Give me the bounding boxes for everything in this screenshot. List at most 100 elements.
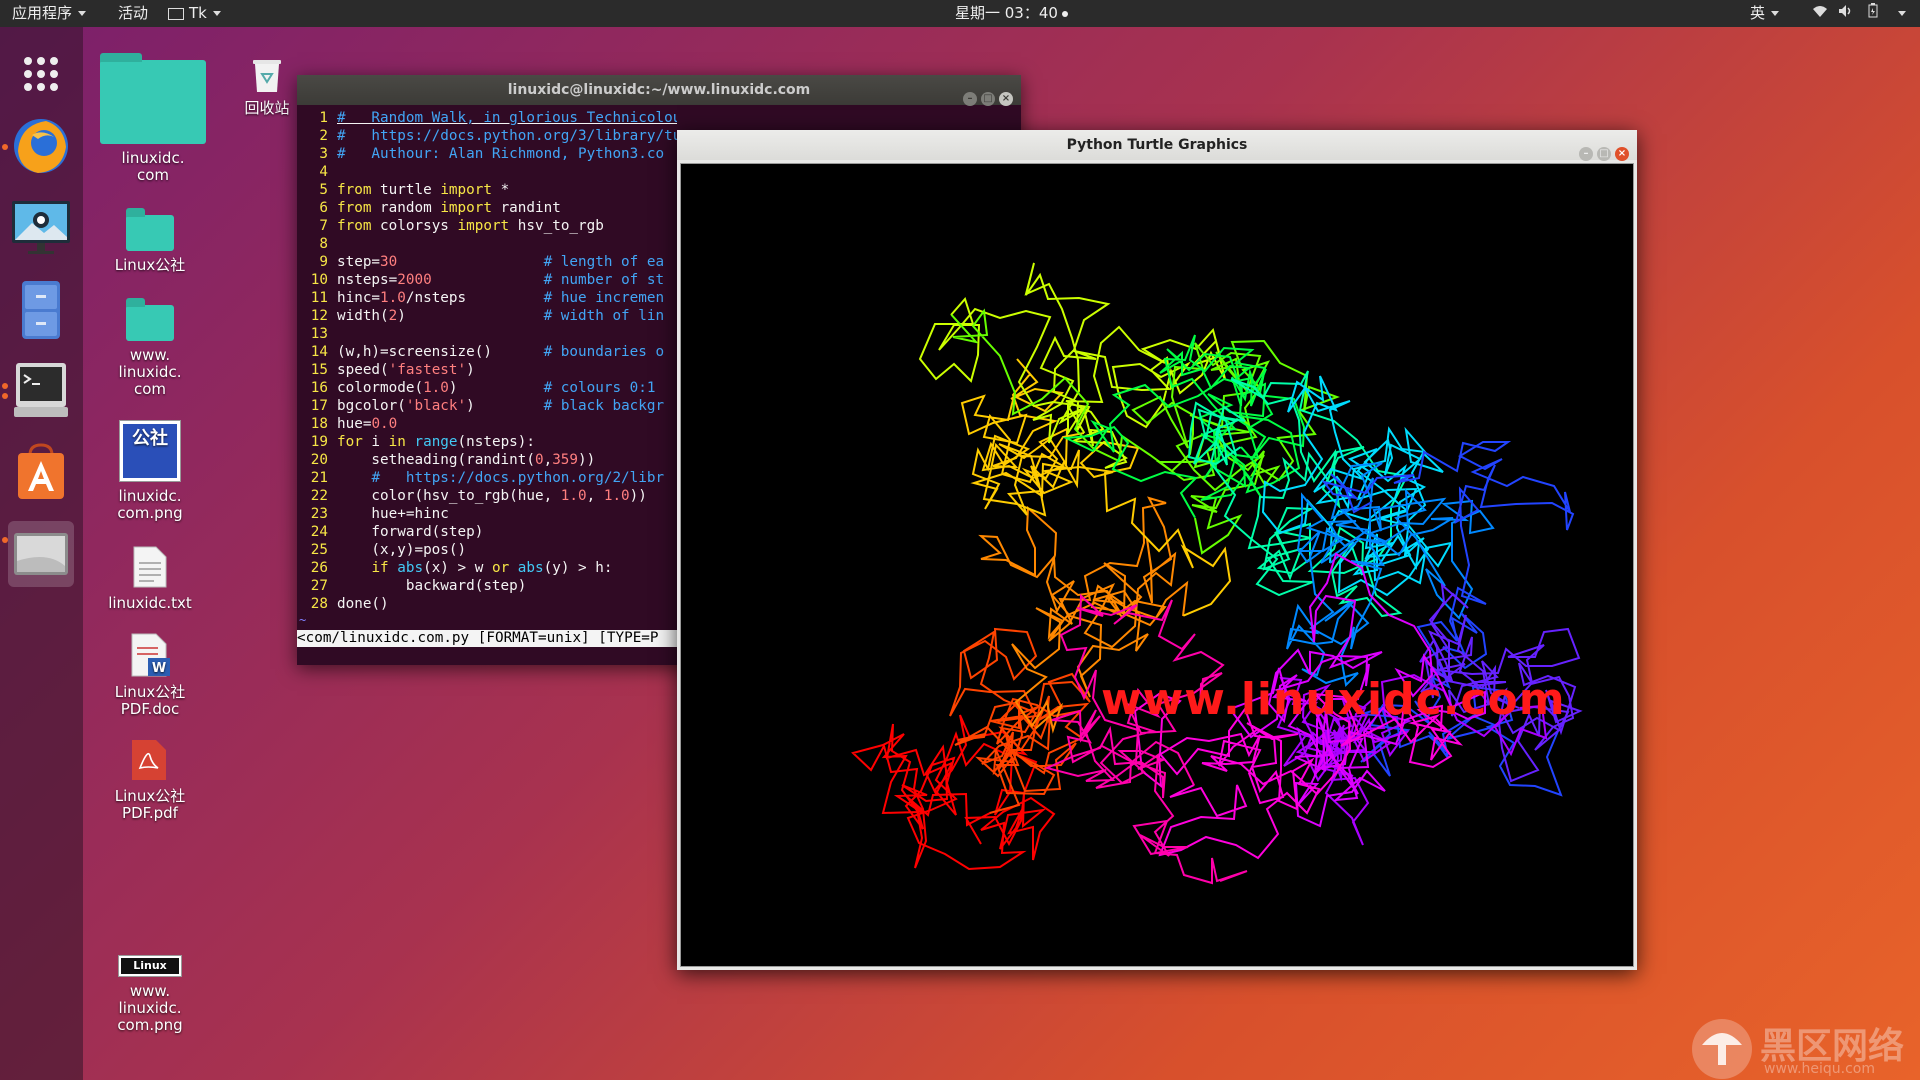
terminal-titlebar[interactable]: linuxidc@linuxidc:~/www.linuxidc.com – □ ×	[297, 75, 1021, 106]
line-number: 13	[310, 326, 328, 342]
software-center-launcher[interactable]	[8, 439, 74, 505]
line-number: 28	[310, 596, 328, 612]
line-number: 19	[310, 434, 328, 450]
line-number: 23	[310, 506, 328, 522]
walk-segment	[960, 358, 1232, 617]
folder-icon	[126, 208, 174, 251]
top-panel: 应用程序 活动 Tk 星期一 03：40 英	[0, 0, 1920, 27]
desktop-icon-linux-gongshe-pdf-pdf[interactable]: Linux公社 PDF.pdf	[95, 738, 205, 822]
turtle-window-title: Python Turtle Graphics	[1066, 137, 1248, 153]
line-number: 6	[319, 200, 328, 216]
code-line: 17 bgcolor('black') # black backgr	[297, 397, 677, 415]
thumbnail-text: 公社	[123, 424, 177, 478]
monitor-camera-icon	[12, 201, 70, 254]
applications-menu[interactable]: 应用程序	[12, 0, 87, 27]
text-file-icon	[133, 546, 167, 588]
wifi-icon[interactable]	[1812, 0, 1828, 27]
line-number: 17	[310, 398, 328, 414]
heiqu-watermark: 黑区网络 www.heiqu.com	[1690, 1015, 1920, 1080]
tk-window-launcher[interactable]	[8, 521, 74, 587]
turtle-titlebar[interactable]: Python Turtle Graphics – □ ×	[677, 130, 1637, 161]
code-line: 26 if abs(x) > w or abs(y) > h:	[297, 559, 677, 577]
chevron-down-icon	[1898, 11, 1906, 16]
minimize-icon[interactable]: –	[1579, 147, 1593, 161]
screenshot-viewer-launcher[interactable]	[8, 195, 74, 261]
window-icon	[168, 7, 184, 20]
terminal-launcher[interactable]	[8, 357, 74, 423]
pdf-file-icon	[132, 740, 166, 780]
vim-status-line: <com/linuxidc.com.py [FORMAT=unix] [TYPE…	[297, 630, 677, 647]
desktop-icon-label: Linux公社	[114, 256, 186, 274]
line-number: 27	[310, 578, 328, 594]
close-icon[interactable]: ×	[999, 92, 1013, 106]
line-number: 5	[319, 182, 328, 198]
line-number: 7	[319, 218, 328, 234]
desktop-icon-folder-linuxidc-com[interactable]: linuxidc. com	[98, 52, 208, 184]
line-number: 4	[319, 164, 328, 180]
code-line: 1 # Random Walk, in glorious Technicolour	[297, 109, 677, 127]
code-line: 18 hue=0.0	[297, 415, 677, 433]
turtle-graphics-window[interactable]: Python Turtle Graphics – □ × www.linuxidc.…	[677, 130, 1637, 970]
code-line: 24 forward(step)	[297, 523, 677, 541]
desktop-icon-www-linuxidc-com-png[interactable]: Linux www. linuxidc. com.png	[95, 955, 205, 1034]
files-launcher[interactable]	[8, 277, 74, 343]
desktop-icon-label: 回收站	[244, 99, 290, 117]
close-icon[interactable]: ×	[1615, 147, 1629, 161]
code-line: 21 # https://docs.python.org/2/libr	[297, 469, 677, 487]
line-number: 25	[310, 542, 328, 558]
canvas-watermark-text: www.linuxidc.com	[1101, 674, 1566, 725]
desktop-icon-folder-www-linuxidc-com[interactable]: www. linuxidc. com	[95, 298, 205, 398]
line-number: 26	[310, 560, 328, 576]
firefox-icon	[14, 119, 68, 173]
empty-line-marker: ~	[299, 613, 307, 627]
activities-button[interactable]: 活动	[118, 0, 148, 27]
code-line: 15 speed('fastest')	[297, 361, 677, 379]
code-line: 25 (x,y)=pos()	[297, 541, 677, 559]
code-line: 2# https://docs.python.org/3/library/tur…	[297, 127, 677, 145]
trash-icon	[253, 60, 281, 92]
battery-icon[interactable]	[1868, 0, 1878, 27]
desktop-icon-label: linuxidc. com.png	[117, 487, 183, 522]
show-applications-button[interactable]	[8, 39, 74, 105]
code-line: 4	[297, 163, 677, 181]
code-line: 23 hue+=hinc	[297, 505, 677, 523]
random-walk-drawing: www.linuxidc.com	[851, 262, 1583, 885]
code-line: 16 colormode(1.0) # colours 0:1	[297, 379, 677, 397]
system-menu[interactable]	[1892, 0, 1906, 27]
vim-editor-buffer[interactable]: 1 # Random Walk, in glorious Technicolour…	[297, 109, 677, 613]
watermark-url: www.heiqu.com	[1764, 1061, 1876, 1077]
maximize-icon[interactable]: □	[981, 92, 995, 106]
clock[interactable]: 星期一 03：40	[955, 0, 1068, 27]
line-number: 3	[319, 146, 328, 162]
app-menu-tk[interactable]: Tk	[168, 0, 221, 27]
desktop-icon-linuxidc-com-png[interactable]: 公社 linuxidc. com.png	[95, 420, 205, 522]
line-number: 1	[319, 110, 328, 126]
turtle-canvas[interactable]: www.linuxidc.com	[680, 163, 1634, 967]
applications-menu-label: 应用程序	[12, 4, 73, 22]
desktop-icon-linux-gongshe-pdf-doc[interactable]: W Linux公社 PDF.doc	[95, 632, 205, 718]
chevron-down-icon	[212, 11, 221, 16]
code-line: 5 from turtle import *	[297, 181, 677, 199]
minimize-icon[interactable]: –	[963, 92, 977, 106]
code-line: 6 from random import randint	[297, 199, 677, 217]
line-number: 14	[310, 344, 328, 360]
line-number: 11	[310, 290, 328, 306]
desktop-icon-folder-linux-gongshe[interactable]: Linux公社	[95, 208, 205, 274]
input-method-menu[interactable]: 英	[1750, 0, 1780, 27]
image-thumbnail-icon: 公社	[119, 420, 181, 482]
maximize-icon[interactable]: □	[1597, 147, 1611, 161]
volume-icon[interactable]	[1838, 0, 1854, 27]
chevron-down-icon	[78, 11, 87, 16]
desktop-icon-trash[interactable]: 回收站	[239, 52, 295, 117]
input-method-label: 英	[1750, 4, 1766, 22]
app-menu-label: Tk	[189, 4, 207, 22]
code-line: 11 hinc=1.0/nsteps # hue incremen	[297, 289, 677, 307]
line-number: 15	[310, 362, 328, 378]
line-number: 8	[319, 236, 328, 252]
firefox-launcher[interactable]	[8, 113, 74, 179]
code-line: 22 color(hsv_to_rgb(hue, 1.0, 1.0))	[297, 487, 677, 505]
desktop-icon-linuxidc-txt[interactable]: linuxidc.txt	[95, 545, 205, 612]
svg-text:W: W	[152, 661, 166, 676]
image-thumbnail-icon: Linux	[118, 955, 182, 977]
clock-label: 星期一 03：40	[955, 4, 1058, 22]
